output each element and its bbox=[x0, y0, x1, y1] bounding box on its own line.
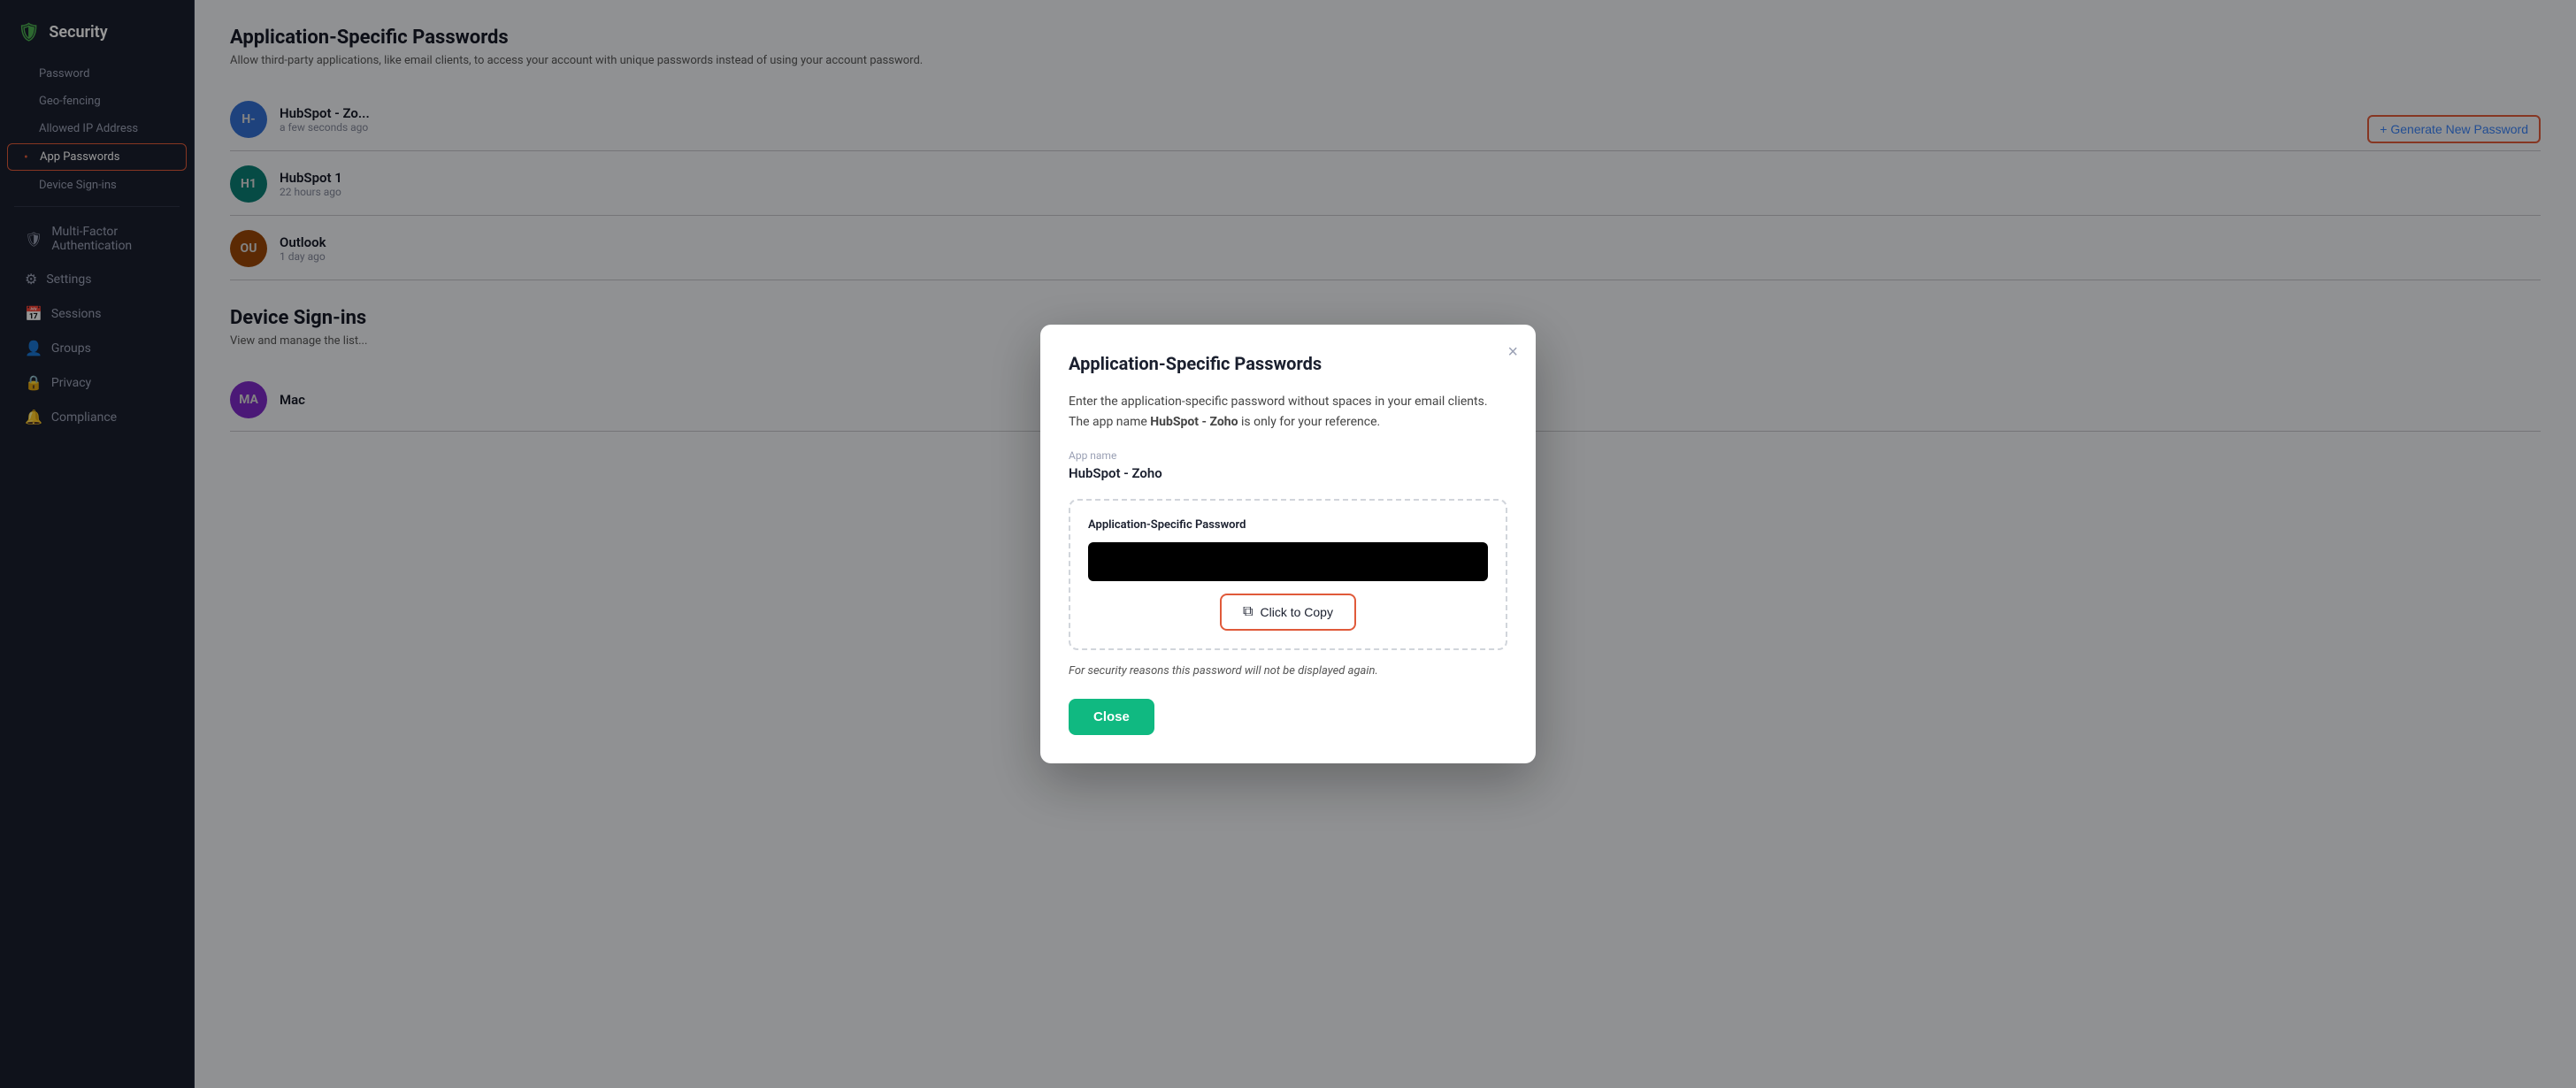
modal-title: Application-Specific Passwords bbox=[1069, 353, 1507, 374]
modal-desc-text2: is only for your reference. bbox=[1238, 415, 1381, 429]
modal-description: Enter the application-specific password … bbox=[1069, 392, 1507, 432]
copy-to-clipboard-button[interactable]: ⧉ Click to Copy bbox=[1220, 594, 1356, 631]
modal-overlay: Application-Specific Passwords × Enter t… bbox=[0, 0, 2576, 1088]
password-masked-field bbox=[1088, 542, 1488, 581]
app-name-value: HubSpot - Zoho bbox=[1069, 465, 1507, 481]
modal-app-name-bold: HubSpot - Zoho bbox=[1150, 415, 1238, 429]
app-specific-password-modal: Application-Specific Passwords × Enter t… bbox=[1040, 325, 1536, 763]
app-name-label: App name bbox=[1069, 449, 1507, 462]
copy-icon: ⧉ bbox=[1243, 604, 1253, 620]
password-box-label: Application-Specific Password bbox=[1088, 518, 1488, 532]
modal-close-button[interactable]: × bbox=[1507, 342, 1518, 363]
copy-button-label: Click to Copy bbox=[1260, 605, 1332, 619]
security-note: For security reasons this password will … bbox=[1069, 664, 1507, 678]
password-box: Application-Specific Password ⧉ Click to… bbox=[1069, 499, 1507, 650]
close-modal-button[interactable]: Close bbox=[1069, 699, 1154, 735]
